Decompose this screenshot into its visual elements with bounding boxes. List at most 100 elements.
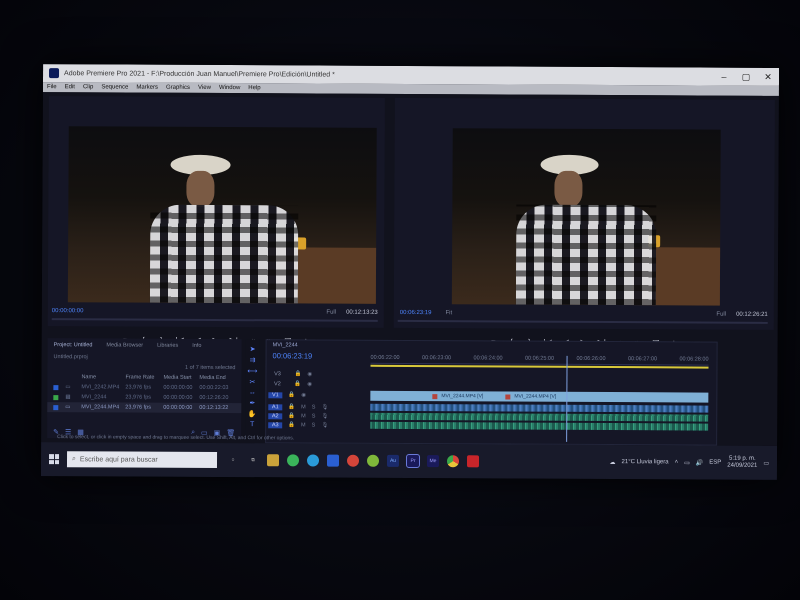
windows-start-icon[interactable]	[48, 454, 60, 465]
program-duration: 00:12:26:21	[736, 311, 768, 318]
media-encoder-icon[interactable]: Me	[426, 455, 440, 468]
fx-badge-icon	[432, 393, 438, 399]
video-clip[interactable]: MVI_2244.MP4 [V] MVI_2244.MP4 [V]	[370, 390, 709, 403]
track-label[interactable]: V1	[268, 392, 283, 399]
maximize-button[interactable]: ▢	[735, 71, 757, 82]
tab-info[interactable]: Info	[192, 343, 201, 349]
track-v3: V3 🔒 ◉	[266, 370, 708, 380]
minimize-button[interactable]: –	[713, 71, 735, 82]
slip-tool-icon[interactable]: ↔	[249, 389, 256, 396]
menu-view[interactable]: View	[198, 85, 211, 91]
menu-file[interactable]: File	[47, 84, 57, 90]
cortana-icon[interactable]: ○	[227, 454, 239, 466]
weather-text[interactable]: 21°C Lluvia ligera	[622, 459, 669, 465]
toggle-output-icon[interactable]: ◉	[301, 392, 306, 398]
type-tool-icon[interactable]: T	[250, 421, 254, 428]
selection-tool-icon[interactable]: ➤	[250, 345, 256, 353]
audition-icon[interactable]: Au	[386, 454, 400, 467]
face	[554, 170, 583, 207]
source-scrubber[interactable]	[51, 318, 378, 322]
mute-icon[interactable]: M	[301, 422, 306, 428]
tab-media-browser[interactable]: Media Browser	[106, 342, 143, 348]
lock-icon[interactable]: 🔒	[288, 404, 295, 410]
chrome-icon[interactable]	[446, 455, 460, 468]
menu-clip[interactable]: Clip	[83, 84, 93, 90]
taskbar-search-input[interactable]: ⌕ Escribe aquí para buscar	[66, 451, 218, 468]
close-button[interactable]: ✕	[757, 71, 779, 82]
program-zoom[interactable]: Full	[716, 312, 726, 318]
file-explorer-icon[interactable]	[266, 454, 280, 467]
sequence-tab[interactable]: MVI_2244	[273, 342, 298, 348]
column-media-end[interactable]: Media End	[199, 375, 233, 381]
app-icon[interactable]	[326, 454, 340, 467]
source-timecode[interactable]: 00:00:00:00	[52, 308, 84, 314]
lock-icon[interactable]: 🔒	[294, 371, 301, 377]
solo-icon[interactable]: S	[312, 413, 316, 419]
program-timecode[interactable]: 00:06:23:19	[400, 310, 432, 316]
work-area-bar[interactable]	[370, 364, 709, 369]
program-fit[interactable]: Fit	[445, 310, 452, 316]
chevron-up-icon[interactable]: ˄	[675, 459, 679, 465]
column-frame-rate[interactable]: Frame Rate	[125, 375, 161, 381]
task-view-icon[interactable]: ⧉	[247, 454, 259, 466]
column-name[interactable]: Name	[81, 374, 123, 380]
monitor-screen: Adobe Premiere Pro 2021 - F:\Producción …	[40, 64, 780, 480]
whatsapp-icon[interactable]	[286, 454, 300, 467]
solo-icon[interactable]: S	[312, 404, 316, 410]
program-scrubber[interactable]	[397, 319, 768, 324]
tab-project[interactable]: Project: Untitled	[54, 342, 93, 348]
premiere-icon[interactable]: Pr	[405, 453, 421, 469]
menu-sequence[interactable]: Sequence	[101, 84, 128, 90]
poncho	[515, 204, 657, 306]
green-app-icon[interactable]	[366, 454, 380, 467]
menu-window[interactable]: Window	[219, 85, 240, 91]
toggle-output-icon[interactable]: ◉	[307, 381, 312, 387]
pen-tool-icon[interactable]: ✒	[249, 399, 255, 407]
poncho	[149, 204, 299, 304]
solo-icon[interactable]: S	[312, 422, 316, 428]
selection-count: 1 of 7 items selected	[185, 364, 236, 372]
network-icon[interactable]: ▭	[684, 459, 690, 466]
toggle-output-icon[interactable]: ◉	[307, 371, 312, 377]
hand-tool-icon[interactable]: ✋	[248, 410, 257, 418]
media-icon[interactable]	[346, 454, 360, 467]
telegram-icon[interactable]	[306, 454, 320, 467]
column-media-start[interactable]: Media Start	[163, 375, 197, 381]
source-video-frame	[67, 126, 377, 304]
list-item[interactable]: ▭ MVI_2244.MP4 23,976 fps 00:00:00:00 00…	[47, 402, 242, 414]
mic-icon[interactable]: 🎙	[321, 414, 328, 420]
menu-edit[interactable]: Edit	[65, 84, 75, 90]
timeline-timecode[interactable]: 00:06:23:19	[273, 351, 313, 360]
lock-icon[interactable]: 🔒	[288, 392, 295, 398]
menu-markers[interactable]: Markers	[136, 85, 158, 91]
lock-icon[interactable]: 🔒	[288, 422, 295, 428]
acrobat-icon[interactable]	[466, 455, 480, 468]
mic-icon[interactable]: 🎙	[321, 423, 328, 429]
track-label[interactable]: V2	[266, 381, 288, 387]
mic-icon[interactable]: 🎙	[321, 405, 328, 411]
clock[interactable]: 5:19 p. m. 24/09/2021	[727, 455, 757, 470]
track-label[interactable]: A1	[268, 404, 283, 411]
clip-icon: ▭	[65, 404, 71, 411]
volume-icon[interactable]: 🔊	[696, 459, 704, 466]
track-label[interactable]: A3	[268, 422, 283, 429]
lock-icon[interactable]: 🔒	[288, 413, 295, 419]
project-panel: Project: Untitled Media Browser Librarie…	[47, 338, 242, 440]
time-ruler[interactable]: 00:06:22:00 00:06:23:00 00:06:24:00 00:0…	[371, 355, 709, 365]
menu-graphics[interactable]: Graphics	[166, 85, 190, 91]
track-select-icon[interactable]: ⇉	[250, 356, 256, 364]
mute-icon[interactable]: M	[301, 404, 306, 410]
language-indicator[interactable]: ESP	[709, 460, 721, 466]
source-zoom[interactable]: Full	[326, 310, 336, 316]
lock-icon[interactable]: 🔒	[294, 381, 301, 387]
project-file-name: Untitled.prproj	[53, 354, 88, 361]
menu-help[interactable]: Help	[248, 85, 260, 91]
track-label[interactable]: A2	[268, 413, 283, 420]
track-label[interactable]: V3	[266, 371, 288, 377]
tab-libraries[interactable]: Libraries	[157, 343, 178, 349]
system-tray: ☁ 21°C Lluvia ligera ˄ ▭ 🔊 ESP 5:19 p. m…	[609, 455, 777, 470]
razor-tool-icon[interactable]: ✂	[249, 378, 255, 386]
notification-icon[interactable]: ▭	[763, 459, 769, 466]
ripple-edit-icon[interactable]: ⟷	[247, 367, 257, 375]
mute-icon[interactable]: M	[301, 413, 306, 419]
